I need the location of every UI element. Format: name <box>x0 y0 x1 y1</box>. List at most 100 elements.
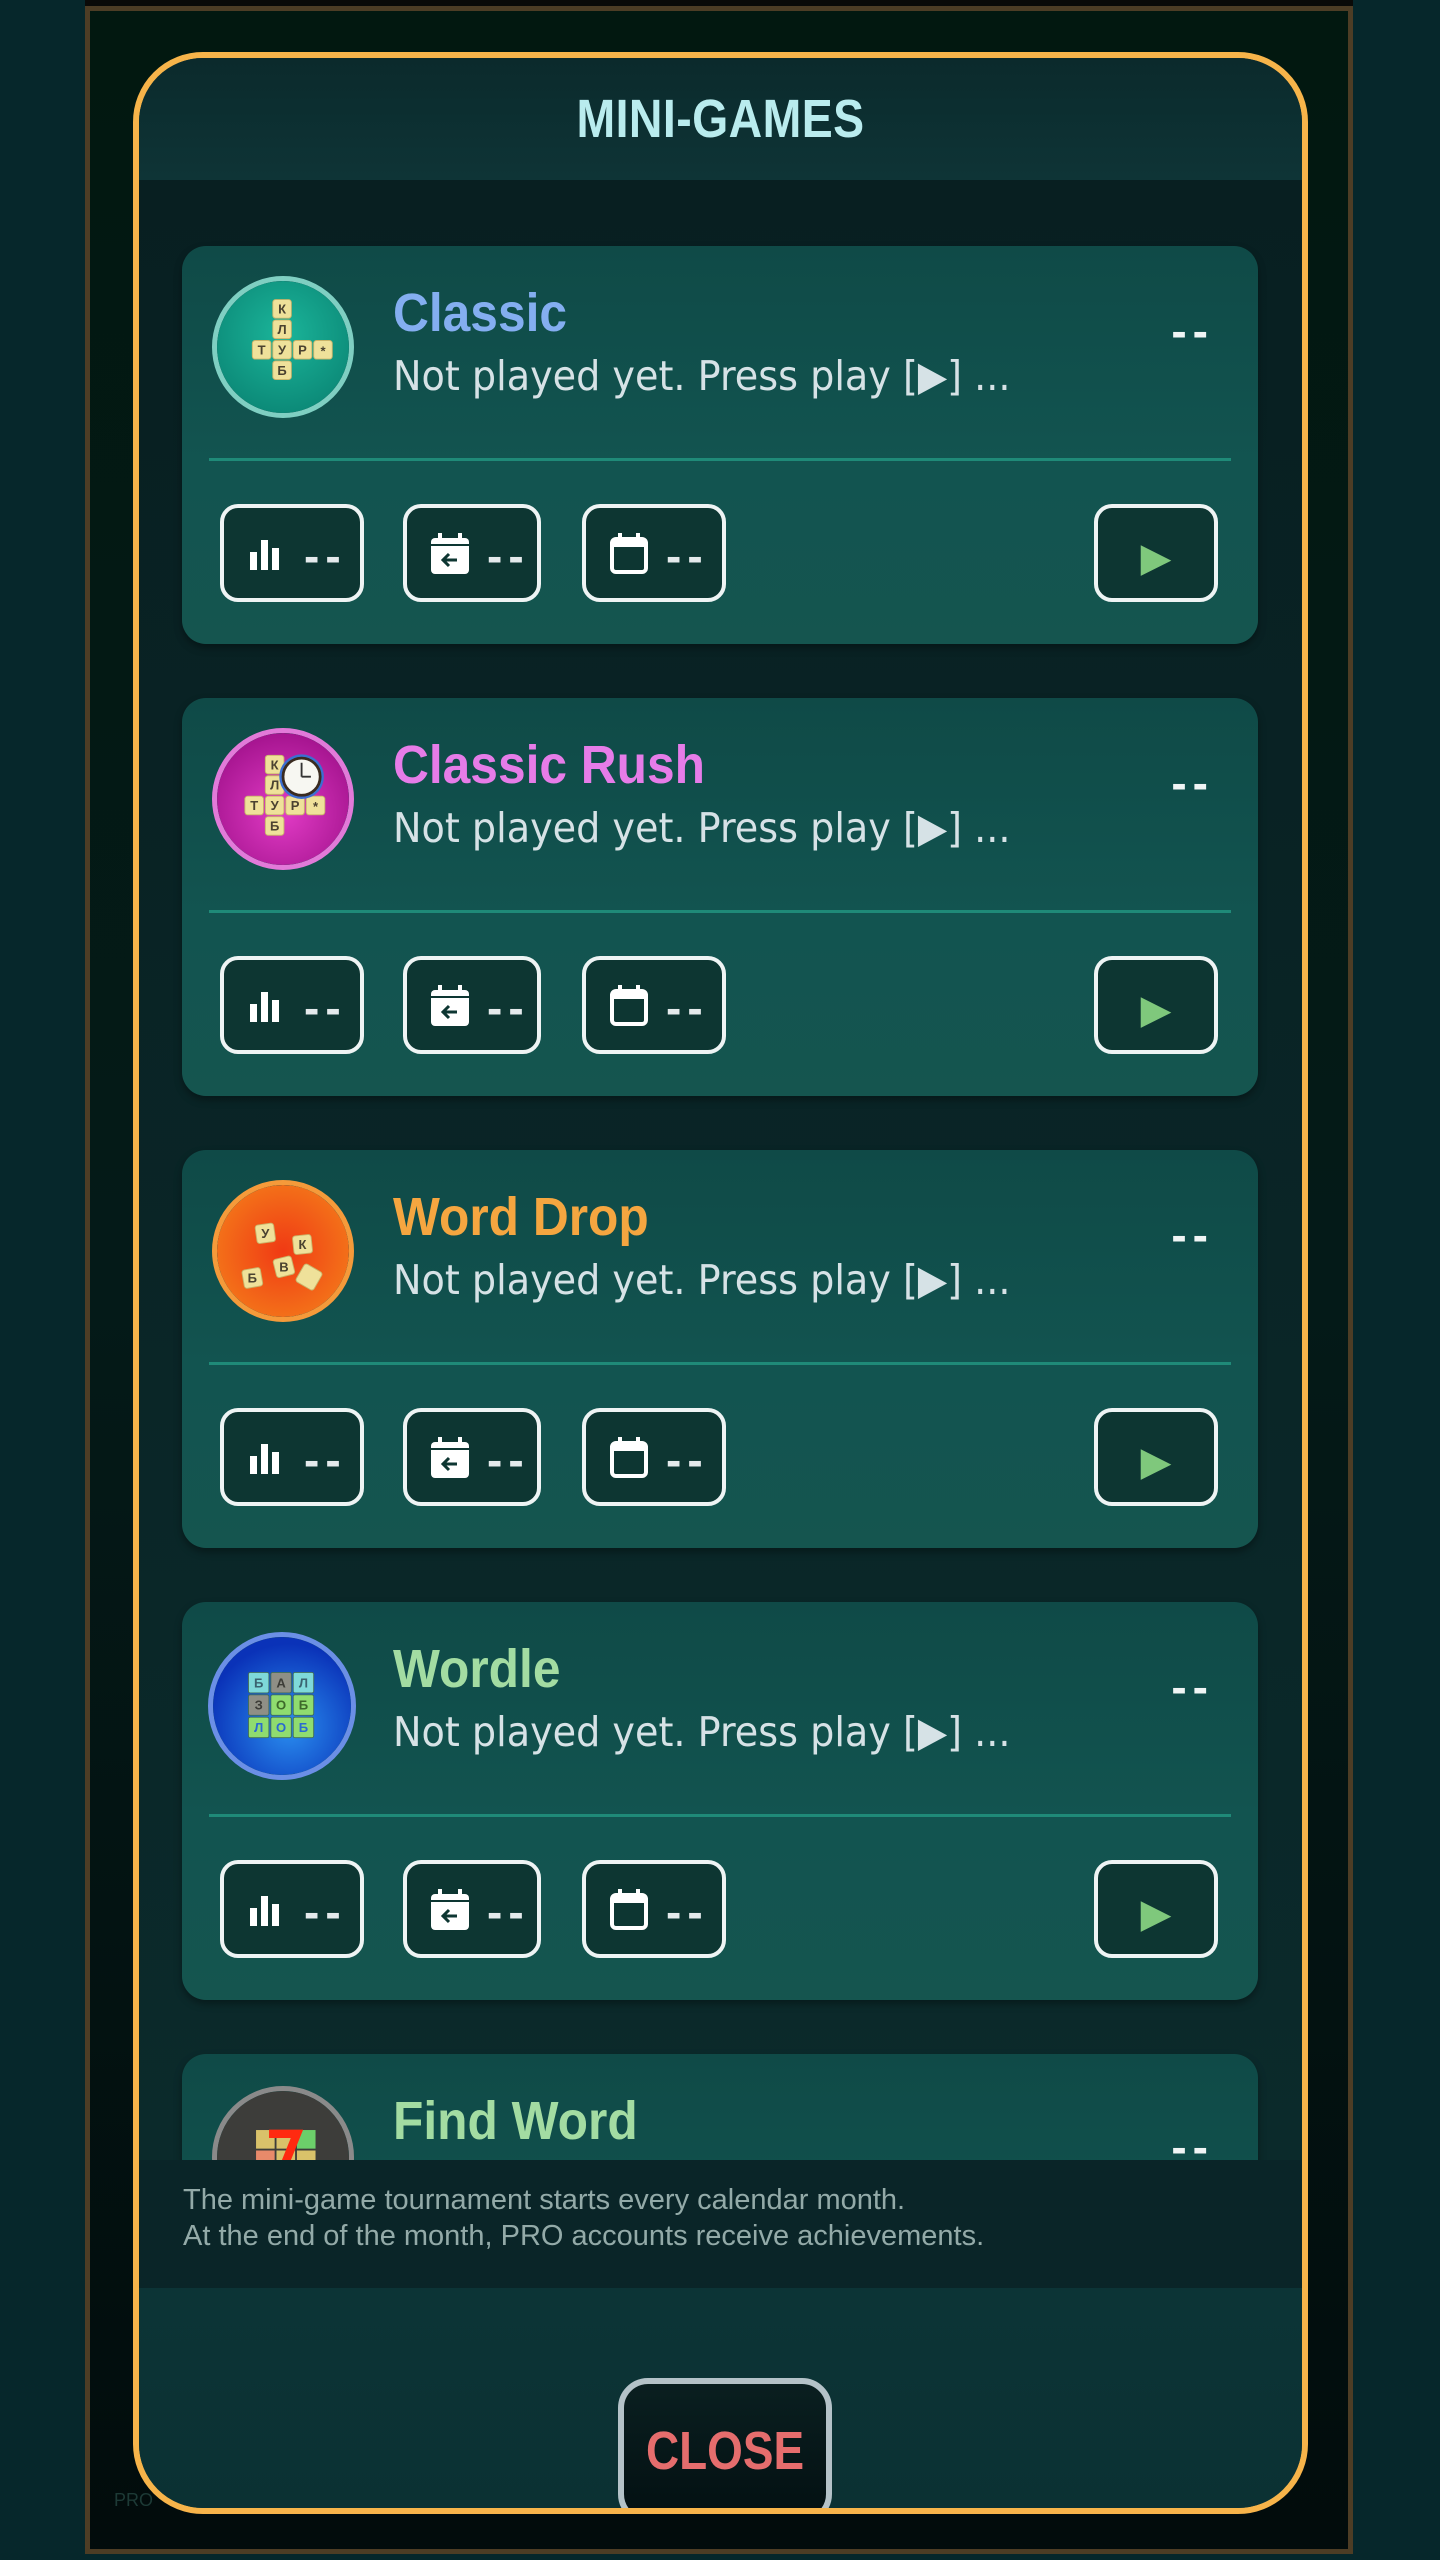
crossword-tiles-icon: К Л Т У Р * Б <box>212 276 354 418</box>
svg-text:К: К <box>271 757 279 772</box>
play-icon: ▶ <box>1140 988 1172 1032</box>
close-button[interactable]: CLOSE <box>618 2378 832 2508</box>
svg-text:Л: Л <box>270 778 279 793</box>
game-name: Word Drop <box>393 1187 649 1247</box>
calendar-icon <box>610 1437 648 1478</box>
game-status: Not played yet. Press play [▶] ... <box>393 1256 1011 1304</box>
game-status: Not played yet. Press play [▶] ... <box>393 1708 1011 1756</box>
svg-text:А: А <box>276 1675 286 1690</box>
svg-text:О: О <box>276 1720 286 1735</box>
rating-button[interactable]: -- <box>220 504 364 602</box>
game-status: Not played yet. Press play [▶] ... <box>393 352 1011 400</box>
game-name: Classic Rush <box>393 735 706 795</box>
last-month-value: -- <box>487 1434 530 1486</box>
play-button[interactable]: ▶ <box>1094 956 1218 1054</box>
play-icon: ▶ <box>1140 1440 1172 1484</box>
last-month-button[interactable]: -- <box>403 1408 541 1506</box>
rating-value: -- <box>304 530 347 582</box>
card-divider <box>209 910 1231 913</box>
card-divider <box>209 458 1231 461</box>
svg-text:В: В <box>279 1259 288 1274</box>
svg-text:Л: Л <box>299 1675 308 1690</box>
games-list[interactable]: К Л Т У Р * Б Classic Not played yet. Press pl… <box>139 180 1302 2160</box>
rating-value: -- <box>304 1886 347 1938</box>
rating-button[interactable]: -- <box>220 956 364 1054</box>
game-name: Wordle <box>393 1639 561 1699</box>
last-month-value: -- <box>487 530 530 582</box>
game-score: -- <box>1171 1209 1214 1261</box>
game-score: -- <box>1171 2121 1214 2160</box>
rating-value: -- <box>304 982 347 1034</box>
this-month-value: -- <box>666 1434 709 1486</box>
svg-text:Б: Б <box>299 1698 308 1713</box>
game-card-classic: К Л Т У Р * Б Classic Not played yet. Press pl… <box>182 246 1258 644</box>
this-month-button[interactable]: -- <box>582 956 726 1054</box>
game-card-classic-rush: К Л Т У Р * Б Classic Rush Not played yet. Pre… <box>182 698 1258 1096</box>
card-divider <box>209 1362 1231 1365</box>
tournament-info-line-1: The mini-game tournament starts every ca… <box>183 2184 906 2216</box>
last-month-value: -- <box>487 982 530 1034</box>
number-seven-grid-icon <box>212 2086 354 2160</box>
svg-text:Б: Б <box>254 1675 263 1690</box>
this-month-value: -- <box>666 530 709 582</box>
svg-text:О: О <box>276 1698 286 1713</box>
rating-value: -- <box>304 1434 347 1486</box>
svg-text:Л: Л <box>278 322 287 337</box>
game-score: -- <box>1171 305 1214 357</box>
svg-text:У: У <box>271 798 280 813</box>
dialog-header: MINI-GAMES <box>139 58 1302 180</box>
this-month-button[interactable]: -- <box>582 1860 726 1958</box>
crossword-timer-icon: К Л Т У Р * Б <box>212 728 354 870</box>
mini-games-dialog: MINI-GAMES К Л Т У Р * Б Classic Not pla… <box>133 52 1308 2514</box>
svg-text:З: З <box>255 1698 263 1713</box>
calendar-icon <box>610 533 648 574</box>
this-month-button[interactable]: -- <box>582 1408 726 1506</box>
svg-text:Т: Т <box>258 342 266 357</box>
close-label: CLOSE <box>645 2421 805 2481</box>
play-icon: ▶ <box>1140 1892 1172 1936</box>
game-score: -- <box>1171 1661 1214 1713</box>
game-card-wordle: БАЛ ЗОБ ЛОБ Wordle Not played yet. Press… <box>182 1602 1258 2000</box>
svg-text:К: К <box>278 302 286 317</box>
calendar-back-icon <box>431 1889 469 1930</box>
svg-text:Р: Р <box>291 798 300 813</box>
game-card-word-drop: У КВ Б Word Drop Not played yet. Press pla… <box>182 1150 1258 1548</box>
this-month-button[interactable]: -- <box>582 504 726 602</box>
play-icon: ▶ <box>1140 536 1172 580</box>
svg-text:Т: Т <box>250 798 258 813</box>
falling-letters-icon: У КВ Б <box>212 1180 354 1322</box>
play-button[interactable]: ▶ <box>1094 1408 1218 1506</box>
play-button[interactable]: ▶ <box>1094 1860 1218 1958</box>
svg-text:Б: Б <box>248 1271 257 1286</box>
svg-text:Б: Б <box>299 1720 308 1735</box>
game-card-find-word: Find Word -- <box>182 2054 1258 2160</box>
last-month-button[interactable]: -- <box>403 956 541 1054</box>
dialog-footer: CLOSE <box>139 2288 1302 2508</box>
this-month-value: -- <box>666 1886 709 1938</box>
svg-text:К: К <box>299 1237 307 1252</box>
rating-button[interactable]: -- <box>220 1408 364 1506</box>
this-month-value: -- <box>666 982 709 1034</box>
calendar-icon <box>610 985 648 1026</box>
dialog-title: MINI-GAMES <box>576 89 865 149</box>
letter-grid-icon: БАЛ ЗОБ ЛОБ <box>208 1632 356 1780</box>
svg-text:У: У <box>261 1226 270 1241</box>
calendar-back-icon <box>431 533 469 574</box>
rating-button[interactable]: -- <box>220 1860 364 1958</box>
calendar-icon <box>610 1889 648 1930</box>
last-month-button[interactable]: -- <box>403 1860 541 1958</box>
bar-chart-icon <box>250 992 279 1022</box>
last-month-value: -- <box>487 1886 530 1938</box>
svg-text:Л: Л <box>254 1720 263 1735</box>
game-status: Not played yet. Press play [▶] ... <box>393 804 1011 852</box>
calendar-back-icon <box>431 985 469 1026</box>
bar-chart-icon <box>250 540 279 570</box>
svg-text:Б: Б <box>277 363 286 378</box>
play-button[interactable]: ▶ <box>1094 504 1218 602</box>
game-name: Find Word <box>393 2091 638 2151</box>
last-month-button[interactable]: -- <box>403 504 541 602</box>
game-score: -- <box>1171 757 1214 809</box>
bar-chart-icon <box>250 1444 279 1474</box>
bar-chart-icon <box>250 1896 279 1926</box>
svg-text:Р: Р <box>298 342 307 357</box>
